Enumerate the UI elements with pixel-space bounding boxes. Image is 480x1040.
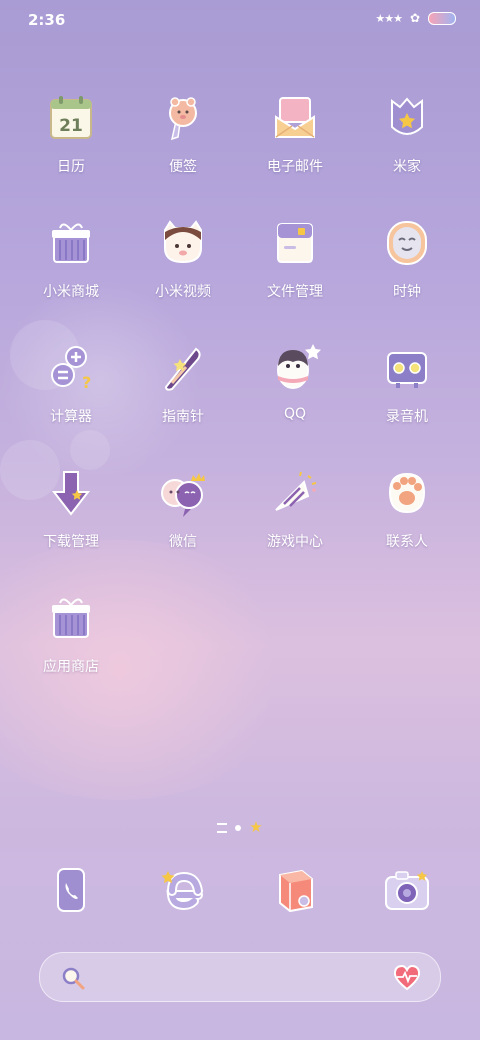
game-center-icon [267, 465, 323, 521]
app-label: 游戏中心 [267, 534, 323, 550]
phone-icon [43, 862, 99, 918]
app-label: QQ [283, 406, 307, 422]
status-icons: ★★★ ✿ [375, 11, 456, 25]
app-label: 日历 [57, 159, 85, 175]
app-calculator[interactable]: ? 计算器 [15, 340, 127, 450]
wifi-icon: ✿ [409, 11, 420, 25]
app-label: 时钟 [393, 284, 421, 300]
battery-icon [428, 11, 456, 25]
status-time: 2:36 [28, 11, 66, 29]
app-notes[interactable]: 便签 [127, 90, 239, 200]
search-icon[interactable] [60, 965, 86, 995]
signal-icon: ★★★ [375, 11, 403, 25]
camera-icon [379, 862, 435, 918]
mijia-icon [379, 90, 435, 146]
app-app-store[interactable]: 应用商店 [15, 590, 127, 700]
mi-video-icon [155, 215, 211, 271]
current-page-star-icon: ★ [249, 818, 263, 836]
search-bar[interactable] [39, 952, 441, 1002]
app-label: 便签 [169, 159, 197, 175]
download-icon [43, 465, 99, 521]
app-label: 联系人 [386, 534, 428, 550]
app-label: 计算器 [50, 409, 92, 425]
minus-one-screen-indicator [217, 822, 228, 833]
page-indicator[interactable]: ★ [0, 820, 480, 835]
mi-store-icon [43, 215, 99, 271]
app-clock[interactable]: 时钟 [351, 215, 463, 325]
file-manager-icon [267, 215, 323, 271]
app-store-icon [43, 590, 99, 646]
wechat-icon [155, 465, 211, 521]
contacts-icon [379, 465, 435, 521]
compass-icon [155, 340, 211, 396]
app-label: 下载管理 [43, 534, 99, 550]
app-label: 电子邮件 [267, 159, 323, 175]
qq-penguin-icon [267, 340, 323, 396]
app-email[interactable]: 电子邮件 [239, 90, 351, 200]
app-wechat[interactable]: 微信 [127, 465, 239, 575]
themes-icon [267, 862, 323, 918]
app-label: 指南针 [162, 409, 204, 425]
dock-themes[interactable] [239, 862, 351, 922]
calendar-date: 21 [59, 116, 83, 136]
app-game-center[interactable]: 游戏中心 [239, 465, 351, 575]
dock-phone[interactable] [15, 862, 127, 922]
app-mijia[interactable]: 米家 [351, 90, 463, 200]
app-file-manager[interactable]: 文件管理 [239, 215, 351, 325]
app-recorder[interactable]: 录音机 [351, 340, 463, 450]
notes-icon [155, 90, 211, 146]
app-label: 应用商店 [43, 659, 99, 675]
app-compass[interactable]: 指南针 [127, 340, 239, 450]
app-label: 小米商城 [43, 284, 99, 300]
app-calendar[interactable]: 21 日历 [15, 90, 127, 200]
app-label: 文件管理 [267, 284, 323, 300]
health-heart-icon[interactable] [392, 963, 422, 995]
app-contacts[interactable]: 联系人 [351, 465, 463, 575]
svg-text:?: ? [82, 373, 91, 392]
dock-camera[interactable] [351, 862, 463, 922]
app-mi-video[interactable]: 小米视频 [127, 215, 239, 325]
recorder-icon [379, 340, 435, 396]
app-label: 录音机 [386, 409, 428, 425]
dock-browser[interactable] [127, 862, 239, 922]
app-qq[interactable]: QQ [239, 340, 351, 450]
status-bar: 2:36 ★★★ ✿ [0, 0, 480, 40]
app-download[interactable]: 下载管理 [15, 465, 127, 575]
app-label: 米家 [393, 159, 421, 175]
email-icon [267, 90, 323, 146]
app-mi-store[interactable]: 小米商城 [15, 215, 127, 325]
dock [15, 862, 465, 922]
app-label: 微信 [169, 534, 197, 550]
calendar-icon: 21 [43, 90, 99, 146]
page-dot [235, 824, 242, 831]
app-label: 小米视频 [155, 284, 211, 300]
browser-icon [155, 862, 211, 918]
calculator-icon: ? [43, 340, 99, 396]
clock-icon [379, 215, 435, 271]
